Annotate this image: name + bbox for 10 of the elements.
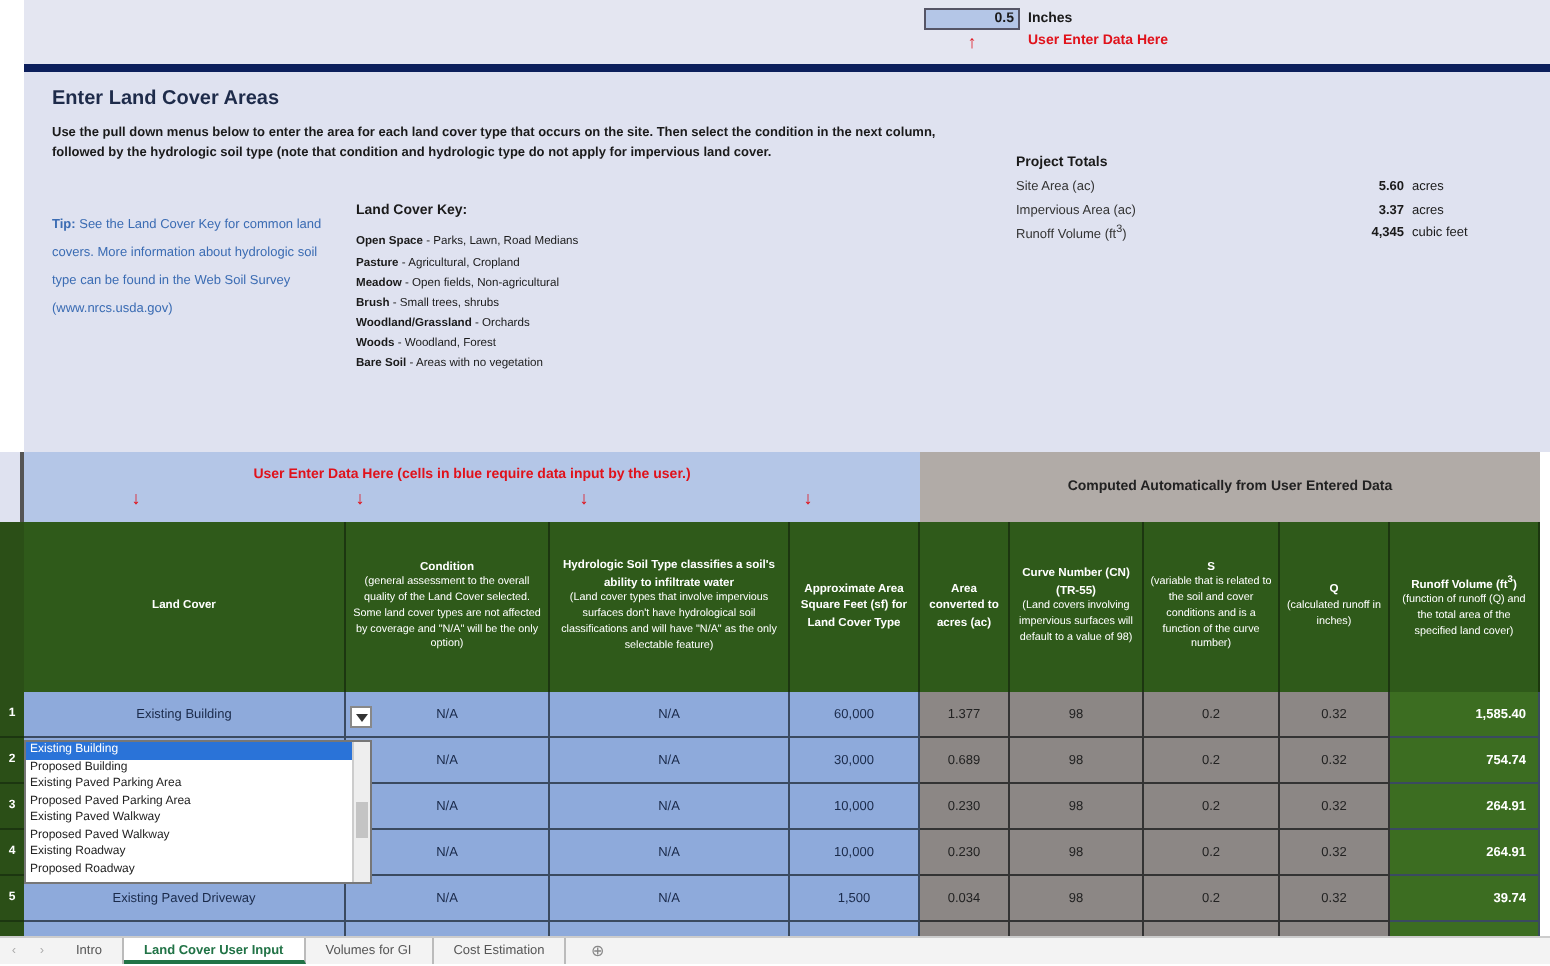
down-arrow: ↓ <box>803 487 813 507</box>
row-header <box>0 922 24 936</box>
down-arrow: ↓ <box>131 487 141 507</box>
scrollbar[interactable] <box>352 742 370 882</box>
dropdown-button[interactable] <box>350 706 372 728</box>
caret-icon <box>355 713 367 721</box>
section-title: Enter Land Cover Areas <box>52 88 282 110</box>
up-arrow: ↑ <box>965 31 979 51</box>
down-arrow: ↓ <box>579 487 589 507</box>
down-arrow: ↓ <box>355 487 365 507</box>
